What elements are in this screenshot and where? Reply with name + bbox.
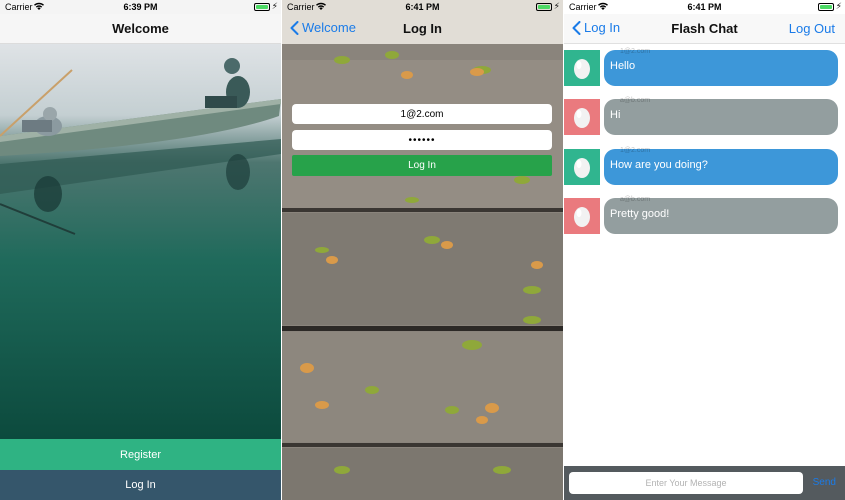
canoe-lake-image [0, 44, 281, 439]
chat-screen: Carrier 6:41 PM ⚡ Log In Flash Chat Log … [564, 0, 845, 500]
nav-title: Welcome [112, 21, 169, 36]
message-text: Pretty good! [610, 208, 670, 220]
avatar [564, 198, 600, 234]
egg-icon [574, 158, 590, 178]
message-bubble: Pretty good! [604, 198, 838, 234]
message-text: How are you doing? [610, 159, 708, 171]
charging-icon: ⚡ [835, 1, 842, 11]
message-sender: a@b.com [620, 196, 651, 203]
login-button[interactable]: Log In [292, 155, 552, 176]
avatar [564, 99, 600, 135]
message-text: Hi [610, 109, 621, 121]
status-bar: Carrier 6:41 PM ⚡ [564, 0, 845, 14]
message-input-bar: Enter Your Message Send [564, 466, 845, 500]
message-bubble: Hi [604, 99, 838, 135]
message-row: Hi a@b.com [564, 97, 845, 135]
message-bubble: How are you doing? [604, 149, 838, 185]
egg-icon [574, 108, 590, 128]
logout-button[interactable]: Log Out [789, 21, 835, 36]
password-field[interactable]: •••••• [292, 130, 552, 150]
message-text: Hello [610, 60, 636, 72]
avatar [564, 149, 600, 185]
message-sender: a@b.com [620, 97, 651, 104]
charging-icon: ⚡ [553, 1, 560, 11]
email-field[interactable]: 1@2.com [292, 104, 552, 124]
message-bubble: Hello [604, 50, 838, 86]
message-input[interactable]: Enter Your Message [569, 472, 803, 494]
avatar [564, 50, 600, 86]
battery-icon [818, 3, 834, 11]
battery-icon [254, 3, 270, 11]
battery-icon [536, 3, 552, 11]
message-sender: 1@2.com [620, 48, 651, 55]
egg-icon [574, 207, 590, 227]
status-bar: Carrier 6:41 PM ⚡ [282, 0, 563, 14]
wood-leaves-background [282, 0, 563, 500]
register-button[interactable]: Register [0, 439, 281, 470]
status-bar: Carrier 6:39 PM ⚡ [0, 0, 281, 14]
message-row: How are you doing? 1@2.com [564, 147, 845, 185]
nav-bar: Welcome Log In [282, 14, 563, 44]
login-button[interactable]: Log In [0, 470, 281, 500]
login-screen: Carrier 6:41 PM ⚡ Welcome Log In 1@2.com… [282, 0, 563, 500]
screen-divider [281, 0, 282, 500]
send-button[interactable]: Send [813, 477, 836, 488]
nav-bar: Log In Flash Chat Log Out [564, 14, 845, 44]
nav-title: Log In [403, 21, 442, 36]
message-row: Hello 1@2.com [564, 48, 845, 86]
screen-divider [563, 0, 564, 500]
egg-icon [574, 59, 590, 79]
message-row: Pretty good! a@b.com [564, 196, 845, 234]
status-time: 6:41 PM [687, 2, 722, 12]
charging-icon: ⚡ [271, 1, 278, 11]
message-sender: 1@2.com [620, 147, 651, 154]
welcome-screen: Carrier 6:39 PM ⚡ Welcome Register Log I… [0, 0, 281, 500]
status-time: 6:39 PM [123, 2, 158, 12]
status-time: 6:41 PM [405, 2, 440, 12]
nav-bar: Welcome [0, 14, 281, 44]
